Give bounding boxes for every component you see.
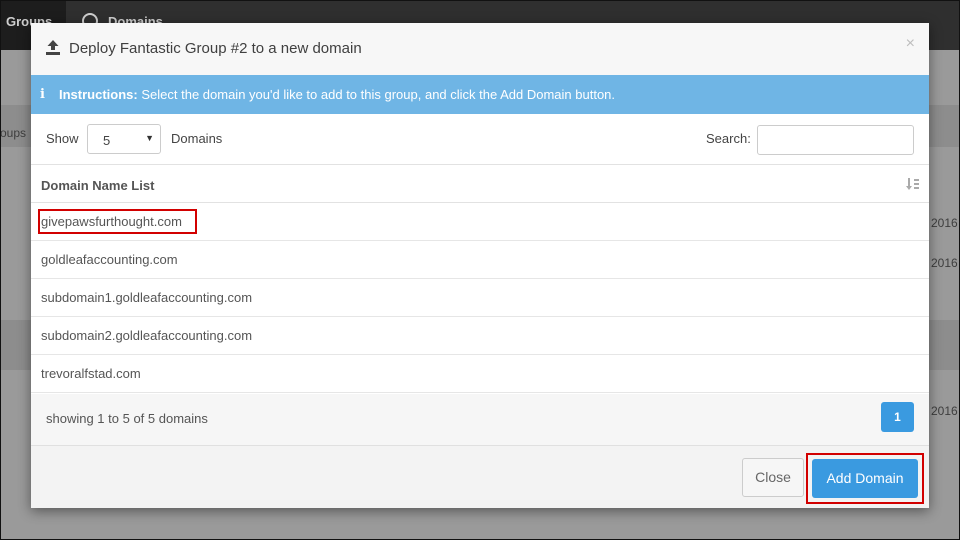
show-label: Show	[46, 131, 79, 146]
chevron-down-icon: ▼	[145, 133, 154, 143]
table-controls: Show 5 ▼ Domains Search:	[31, 114, 929, 164]
table-header[interactable]: Domain Name List	[31, 164, 929, 203]
domain-table: Domain Name List givepawsfurthought.com …	[31, 164, 929, 393]
table-row[interactable]: goldleafaccounting.com	[31, 241, 929, 279]
sort-icon[interactable]	[906, 177, 920, 191]
page-button-current[interactable]: 1	[881, 402, 914, 432]
info-icon: i	[40, 87, 45, 102]
table-row[interactable]: givepawsfurthought.com	[31, 203, 929, 241]
pagination-info: showing 1 to 5 of 5 domains	[46, 411, 208, 426]
domain-name-cell: trevoralfstad.com	[41, 366, 141, 381]
table-row[interactable]: trevoralfstad.com	[31, 355, 929, 393]
page-length-select[interactable]: 5 ▼	[87, 124, 161, 154]
upload-icon	[46, 40, 60, 55]
add-domain-highlight: Add Domain	[806, 453, 924, 504]
table-footer: showing 1 to 5 of 5 domains 1	[31, 394, 929, 446]
domains-label: Domains	[171, 131, 223, 146]
close-icon[interactable]: ×	[906, 35, 915, 53]
table-row[interactable]: subdomain2.goldleafaccounting.com	[31, 317, 929, 355]
deploy-domain-modal: Deploy Fantastic Group #2 to a new domai…	[31, 23, 929, 508]
close-button[interactable]: Close	[742, 458, 804, 497]
modal-title: Deploy Fantastic Group #2 to a new domai…	[69, 40, 362, 57]
instructions-text: Instructions: Select the domain you'd li…	[59, 87, 615, 102]
add-domain-button[interactable]: Add Domain	[812, 459, 918, 498]
instructions-body: Select the domain you'd like to add to t…	[141, 87, 616, 102]
modal-header: Deploy Fantastic Group #2 to a new domai…	[31, 23, 929, 75]
column-header-domain-name: Domain Name List	[41, 178, 155, 193]
table-row[interactable]: subdomain1.goldleafaccounting.com	[31, 279, 929, 317]
domain-name-cell: subdomain2.goldleafaccounting.com	[41, 328, 253, 343]
domain-name-cell: subdomain1.goldleafaccounting.com	[41, 290, 253, 305]
domain-name-cell: givepawsfurthought.com	[41, 214, 182, 229]
instructions-label: Instructions:	[59, 87, 138, 102]
search-label: Search:	[706, 131, 751, 146]
search-input[interactable]	[757, 125, 914, 155]
page-length-value: 5	[103, 133, 111, 148]
modal-footer: Close Add Domain	[31, 446, 929, 508]
instructions-alert: i Instructions: Select the domain you'd …	[31, 75, 929, 114]
domain-name-cell: goldleafaccounting.com	[41, 252, 178, 267]
